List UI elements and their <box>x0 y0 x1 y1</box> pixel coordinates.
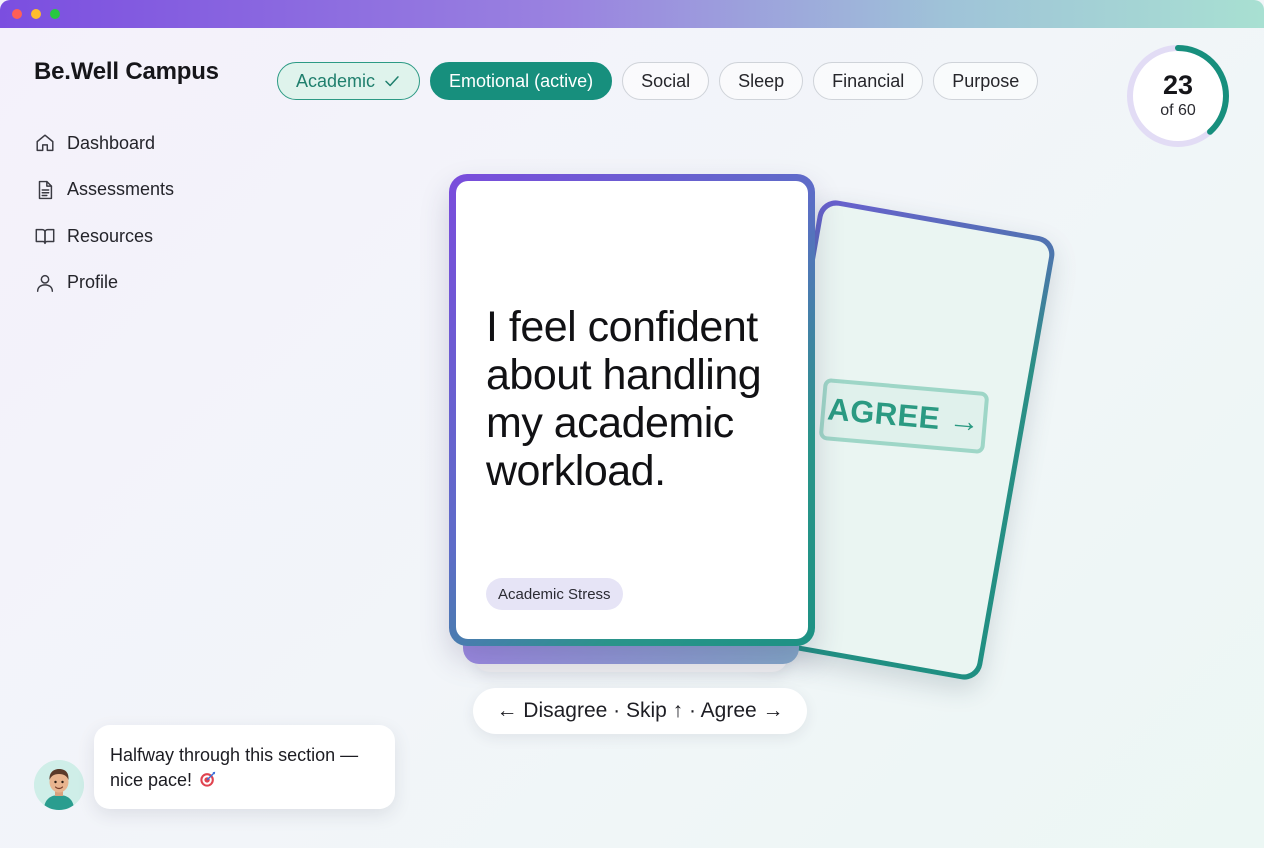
close-window-button[interactable] <box>12 9 22 19</box>
maximize-window-button[interactable] <box>50 9 60 19</box>
tab-academic[interactable]: Academic <box>277 62 421 100</box>
sidebar-item-label: Profile <box>67 272 119 292</box>
category-tabs: Academic Emotional (active) Social Sleep… <box>277 62 1039 100</box>
coach-message-text: Halfway through this section — nice pace… <box>110 745 359 790</box>
tab-emotional[interactable]: Emotional (active) <box>430 62 613 100</box>
avatar-illustration <box>34 760 84 810</box>
document-icon <box>38 180 53 199</box>
tab-label: Emotional (active) <box>449 70 594 91</box>
tab-label: Financial <box>832 70 905 91</box>
sidebar-item-label: Dashboard <box>67 132 156 153</box>
window-titlebar <box>0 0 1264 28</box>
sidebar-nav: Dashboard Assessments Resources Profile <box>34 128 174 314</box>
progress-count: 23 <box>1162 70 1194 100</box>
minimize-window-button[interactable] <box>31 9 41 19</box>
coach-message-bubble: Halfway through this section — nice pace… <box>94 725 395 809</box>
tab-label: Academic <box>296 70 376 91</box>
sidebar-item-assessments[interactable]: Assessments <box>34 175 174 205</box>
target-icon <box>200 771 216 787</box>
coach-avatar <box>34 760 84 810</box>
book-icon <box>35 228 55 245</box>
tab-social[interactable]: Social <box>622 62 710 100</box>
tab-sleep[interactable]: Sleep <box>719 62 804 100</box>
user-icon <box>36 274 54 292</box>
tab-label: Social <box>641 70 691 91</box>
question-card-face: I feel confident about handling my acade… <box>456 181 808 639</box>
sidebar-item-profile[interactable]: Profile <box>34 268 174 298</box>
sidebar-item-dashboard[interactable]: Dashboard <box>34 128 174 158</box>
tab-purpose[interactable]: Purpose <box>933 62 1039 100</box>
home-icon <box>36 134 54 152</box>
sidebar-item-resources[interactable]: Resources <box>34 221 174 251</box>
tab-financial[interactable]: Financial <box>813 62 924 100</box>
sidebar-item-label: Resources <box>67 225 154 246</box>
sidebar-item-label: Assessments <box>67 179 175 199</box>
category-badge: Academic Stress <box>486 578 623 610</box>
progress-total: of 60 <box>1160 102 1196 119</box>
swipe-hint-bar: ← Disagree · Skip ↑ · Agree → <box>473 688 807 734</box>
question-statement: I feel confident about handling my acade… <box>486 303 762 495</box>
app-logo-text: Be.Well Campus <box>34 58 219 85</box>
tab-label: Purpose <box>952 70 1020 91</box>
checkmark-icon <box>385 76 399 87</box>
tab-label: Sleep <box>738 70 785 91</box>
progress-ring: 23 of 60 <box>1124 42 1232 150</box>
question-card[interactable]: I feel confident about handling my acade… <box>449 174 815 646</box>
